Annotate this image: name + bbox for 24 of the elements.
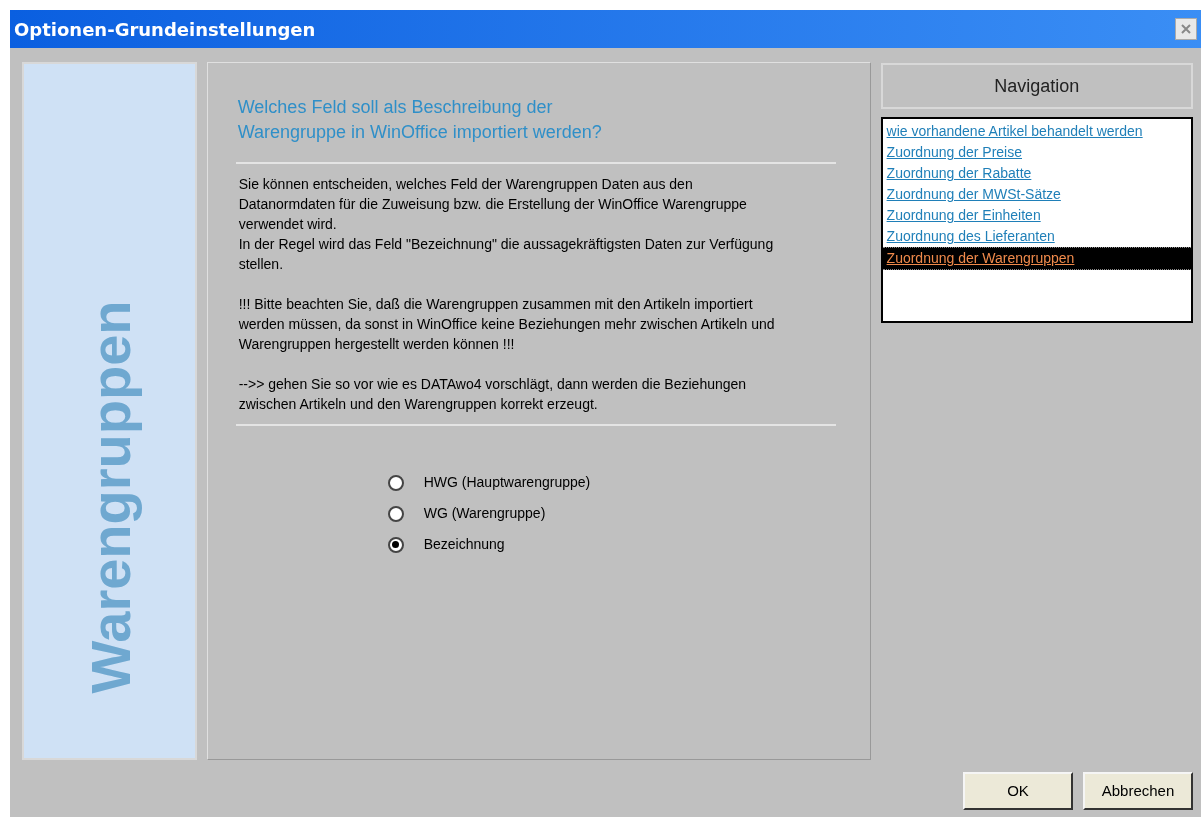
dialog-button[interactable]: OK	[963, 772, 1073, 810]
navigation-header: Navigation	[880, 63, 1193, 109]
navigation-link[interactable]: Zuordnung der MWSt-Sätze	[882, 184, 1191, 205]
question-heading: Welches Feld soll als Beschreibung der Warengruppe in WinOffice importiert werden?	[236, 96, 603, 144]
radio-option[interactable]: Bezeichnung	[387, 534, 842, 555]
navigation-link[interactable]: Zuordnung der Warengruppen	[882, 247, 1191, 270]
navigation-link[interactable]: Zuordnung der Preise	[882, 142, 1191, 163]
description-text: !!! Bitte beachten Sie, daß die Warengruppen zusammen mit den Artikeln importiert werden müssen, da sonst in WinOffice keine Beziehungen mehr zwischen Artikeln und Warengruppen hergestellt werden können !!!	[238, 295, 776, 354]
radio-option[interactable]: HWG (Hauptwarengruppe)	[387, 472, 842, 493]
radio-button[interactable]	[387, 536, 404, 553]
navigation-link[interactable]: Zuordnung der Rabatte	[882, 163, 1191, 184]
description-text: -->> gehen Sie so vor wie es DATAwo4 vorschlägt, dann werden die Beziehungen zwischen Artikeln und den Warengruppen korrekt erzeugt.	[238, 375, 748, 414]
description-text: In der Regel wird das Feld "Bezeichnung" die aussagekräftigsten Daten zur Verfügung stellen.	[238, 235, 775, 274]
radio-button[interactable]	[387, 505, 404, 522]
navigation-link[interactable]: Zuordnung des Lieferanten	[882, 226, 1191, 247]
close-button[interactable]	[1175, 18, 1197, 40]
close-icon	[1180, 23, 1192, 35]
dialog-button[interactable]: Abbrechen	[1083, 772, 1193, 810]
description-text: Sie können entscheiden, welches Feld der Warengruppen Daten aus den Datanormdaten für die Zuweisung bzw. die Erstellung der WinOffice Warengruppe verwendet wird.	[238, 175, 748, 234]
radio-button[interactable]	[387, 474, 404, 491]
navigation-link[interactable]: wie vorhandene Artikel behandelt werden	[882, 121, 1191, 142]
radio-option[interactable]: WG (Warengruppe)	[387, 503, 842, 524]
navigation-link[interactable]: Zuordnung der Einheiten	[882, 205, 1191, 226]
window-title: Optionen-Grundeinstellungen	[14, 17, 316, 42]
